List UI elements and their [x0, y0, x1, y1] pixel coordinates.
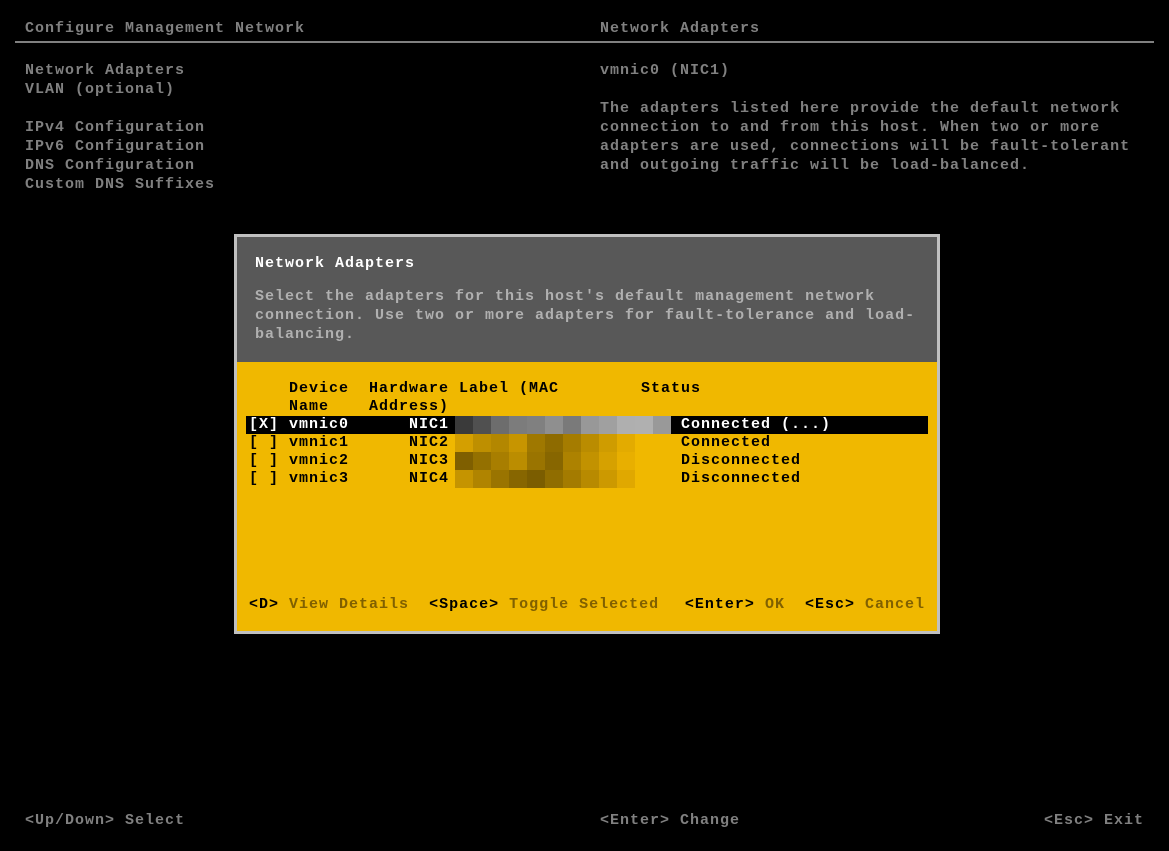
dialog-title: Network Adapters	[255, 255, 919, 272]
adapter-row-vmnic0[interactable]: [X]vmnic0NIC1Connected (...)	[246, 416, 928, 434]
detail-heading: vmnic0 (NIC1)	[600, 61, 1144, 80]
menu-network-adapters[interactable]: Network Adapters	[25, 61, 600, 80]
menu-ipv6[interactable]: IPv6 Configuration	[25, 137, 600, 156]
device-name: vmnic1	[289, 434, 409, 452]
device-name: vmnic2	[289, 452, 409, 470]
hardware-label: NIC1	[409, 416, 681, 434]
hint-ok[interactable]: <Enter> OK	[685, 596, 785, 613]
redacted-mac-icon	[455, 470, 635, 488]
hardware-label: NIC4	[409, 470, 681, 488]
left-menu: Network Adapters VLAN (optional) IPv4 Co…	[25, 61, 600, 194]
adapter-row-vmnic2[interactable]: [ ]vmnic2NIC3Disconnected	[249, 452, 925, 470]
menu-dns[interactable]: DNS Configuration	[25, 156, 600, 175]
checkbox[interactable]: [X]	[249, 416, 289, 434]
hint-esc: <Esc> Exit	[944, 812, 1144, 829]
page-title-left: Configure Management Network	[25, 20, 600, 37]
hint-view-details: <D> View Details	[249, 596, 409, 613]
checkbox[interactable]: [ ]	[249, 434, 289, 452]
status: Disconnected	[681, 470, 925, 488]
device-name: vmnic0	[289, 416, 409, 434]
redacted-mac-icon	[455, 416, 671, 434]
col-header-device: Device Name	[249, 380, 369, 416]
menu-ipv4[interactable]: IPv4 Configuration	[25, 118, 600, 137]
divider	[15, 41, 1154, 43]
hint-updown: <Up/Down> Select	[25, 812, 600, 829]
dialog-instructions: Select the adapters for this host's defa…	[255, 287, 919, 344]
status: Connected (...)	[681, 416, 925, 434]
redacted-mac-icon	[455, 452, 635, 470]
status: Disconnected	[681, 452, 925, 470]
device-name: vmnic3	[289, 470, 409, 488]
hardware-label: NIC2	[409, 434, 681, 452]
page-title-right: Network Adapters	[600, 20, 1144, 37]
hint-enter: <Enter> Change	[600, 812, 944, 829]
checkbox[interactable]: [ ]	[249, 470, 289, 488]
status: Connected	[681, 434, 925, 452]
hint-cancel[interactable]: <Esc> Cancel	[805, 596, 925, 613]
dialog-footer: <D> View Details <Space> Toggle Selected…	[249, 596, 925, 613]
adapter-row-vmnic3[interactable]: [ ]vmnic3NIC4Disconnected	[249, 470, 925, 488]
redacted-mac-icon	[455, 434, 635, 452]
adapter-row-vmnic1[interactable]: [ ]vmnic1NIC2Connected	[249, 434, 925, 452]
hardware-label: NIC3	[409, 452, 681, 470]
bottom-bar: <Up/Down> Select <Enter> Change <Esc> Ex…	[25, 812, 1144, 829]
menu-vlan[interactable]: VLAN (optional)	[25, 80, 600, 99]
col-header-hw: Hardware Label (MAC Address)	[369, 380, 641, 416]
checkbox[interactable]: [ ]	[249, 452, 289, 470]
table-header: Device Name Hardware Label (MAC Address)…	[249, 380, 925, 416]
col-header-status: Status	[641, 380, 925, 416]
hint-toggle-selected: <Space> Toggle Selected	[429, 596, 659, 613]
network-adapters-dialog: Network Adapters Select the adapters for…	[234, 234, 940, 634]
menu-dns-suffixes[interactable]: Custom DNS Suffixes	[25, 175, 600, 194]
detail-description: The adapters listed here provide the def…	[600, 99, 1144, 175]
